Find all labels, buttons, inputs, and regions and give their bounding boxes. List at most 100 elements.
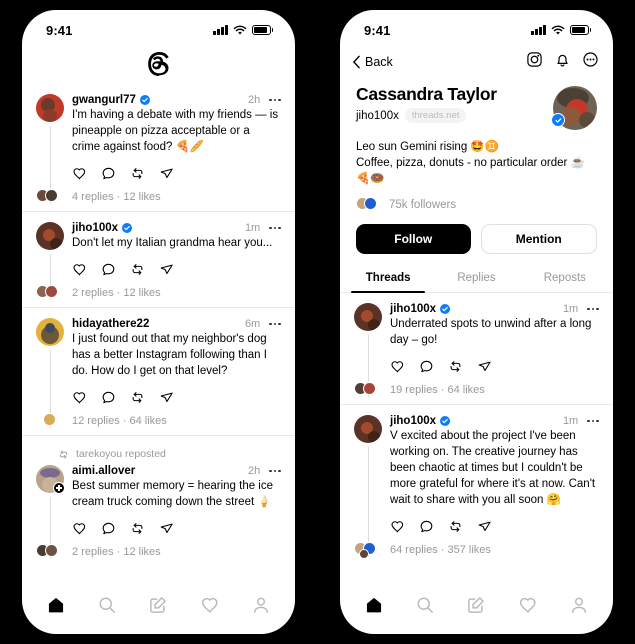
post-username[interactable]: jiho100x [390, 303, 436, 315]
post-item[interactable]: jiho100x 1m Don't let my Italian grandma… [22, 212, 295, 308]
like-icon[interactable] [385, 515, 409, 537]
follow-plus-badge-icon[interactable] [53, 482, 65, 494]
post-meta[interactable]: 19 replies · 64 likes [354, 382, 599, 397]
battery-icon [251, 25, 273, 35]
back-button[interactable]: Back [352, 55, 393, 69]
post-item[interactable]: gwangurl77 2h I'm having a debate with m… [22, 84, 295, 212]
avatar[interactable] [36, 318, 64, 346]
comment-icon[interactable] [414, 515, 438, 537]
avatar-column [36, 94, 64, 204]
feed-list-right[interactable]: jiho100x 1m Underrated spots to unwind a… [340, 293, 613, 582]
activity-heart-icon[interactable] [511, 590, 545, 620]
repost-icon[interactable] [125, 258, 149, 280]
post-more-icon[interactable] [269, 469, 281, 473]
repost-icon[interactable] [125, 162, 149, 184]
status-bar-indicators [213, 25, 273, 36]
like-icon[interactable] [67, 162, 91, 184]
comment-icon[interactable] [414, 355, 438, 377]
post-meta[interactable]: 2 replies · 12 likes [36, 285, 281, 300]
repost-icon[interactable] [125, 386, 149, 408]
post-more-icon[interactable] [587, 419, 599, 423]
avatar[interactable] [36, 222, 64, 250]
repost-icon[interactable] [443, 355, 467, 377]
profile-icon[interactable] [244, 590, 278, 620]
post-more-icon[interactable] [269, 226, 281, 230]
post-more-icon[interactable] [269, 98, 281, 102]
search-icon[interactable] [408, 590, 442, 620]
comment-icon[interactable] [96, 386, 120, 408]
like-icon[interactable] [67, 258, 91, 280]
tab-replies[interactable]: Replies [432, 266, 520, 292]
post-username[interactable]: jiho100x [390, 415, 436, 427]
post-username[interactable]: aimi.allover [72, 465, 135, 477]
post-more-icon[interactable] [269, 322, 281, 326]
post-username[interactable]: gwangurl77 [72, 94, 136, 106]
status-bar-left: 9:41 [22, 10, 295, 44]
post-text: Underrated spots to unwind after a long … [390, 318, 592, 346]
avatar[interactable] [354, 303, 382, 331]
compose-icon[interactable] [459, 590, 493, 620]
share-icon[interactable] [154, 386, 178, 408]
post-username[interactable]: jiho100x [72, 222, 118, 234]
share-icon[interactable] [472, 515, 496, 537]
replies-facepile [36, 189, 64, 204]
post-item[interactable]: jiho100x 1m Underrated spots to unwind a… [340, 293, 613, 405]
feed-list-left[interactable]: gwangurl77 2h I'm having a debate with m… [22, 84, 295, 582]
replies-facepile [36, 285, 64, 300]
instagram-icon[interactable] [526, 51, 543, 73]
post-header: jiho100x 1m [72, 222, 281, 234]
like-icon[interactable] [67, 386, 91, 408]
post-meta[interactable]: 12 replies · 64 likes [36, 413, 281, 428]
mention-button[interactable]: Mention [480, 224, 597, 254]
bell-icon[interactable] [554, 51, 571, 73]
comment-icon[interactable] [96, 517, 120, 539]
post-timestamp: 2h [247, 465, 261, 477]
threads-logo [22, 44, 295, 84]
post-meta[interactable]: 2 replies · 12 likes [36, 544, 281, 559]
profile-avatar[interactable] [551, 86, 597, 130]
repost-icon[interactable] [125, 517, 149, 539]
status-bar-right: 9:41 [340, 10, 613, 44]
share-icon[interactable] [472, 355, 496, 377]
status-bar-indicators [531, 25, 591, 36]
follow-button[interactable]: Follow [356, 224, 471, 254]
share-icon[interactable] [154, 162, 178, 184]
comment-icon[interactable] [96, 162, 120, 184]
post-timestamp: 6m [244, 318, 261, 330]
post-meta[interactable]: 64 replies · 357 likes [354, 542, 599, 559]
avatar[interactable] [354, 415, 382, 443]
home-icon[interactable] [357, 590, 391, 620]
share-icon[interactable] [154, 517, 178, 539]
repost-icon[interactable] [443, 515, 467, 537]
post-username[interactable]: hidayathere22 [72, 318, 149, 330]
like-icon[interactable] [385, 355, 409, 377]
like-icon[interactable] [67, 517, 91, 539]
post-header: jiho100x 1m [390, 303, 599, 315]
network-pill[interactable]: threads.net [404, 108, 467, 123]
compose-icon[interactable] [141, 590, 175, 620]
activity-heart-icon[interactable] [193, 590, 227, 620]
share-icon[interactable] [154, 258, 178, 280]
wifi-icon [551, 25, 564, 35]
post-timestamp: 1m [562, 303, 579, 315]
followers-row[interactable]: 75k followers [356, 197, 597, 212]
tab-reposts[interactable]: Reposts [521, 266, 609, 292]
followers-count: 75k followers [389, 198, 457, 211]
tab-threads[interactable]: Threads [344, 266, 432, 293]
verified-badge-icon [122, 223, 133, 233]
post-more-icon[interactable] [587, 307, 599, 311]
more-circle-icon[interactable] [582, 51, 599, 73]
post-item[interactable]: jiho100x 1m V excited about the project … [340, 405, 613, 564]
profile-icon[interactable] [562, 590, 596, 620]
replies-facepile [36, 544, 64, 559]
post-item[interactable]: tarekoyou reposted aimi.allover 2h Best … [22, 436, 295, 566]
post-meta[interactable]: 4 replies · 12 likes [36, 189, 281, 204]
search-icon[interactable] [90, 590, 124, 620]
avatar[interactable] [36, 94, 64, 122]
comment-icon[interactable] [96, 258, 120, 280]
post-meta-text: 4 replies · 12 likes [72, 190, 161, 203]
post-item[interactable]: hidayathere22 6m I just found out that m… [22, 308, 295, 436]
post-timestamp: 1m [562, 415, 579, 427]
home-icon[interactable] [39, 590, 73, 620]
repost-header: tarekoyou reposted [36, 446, 281, 465]
